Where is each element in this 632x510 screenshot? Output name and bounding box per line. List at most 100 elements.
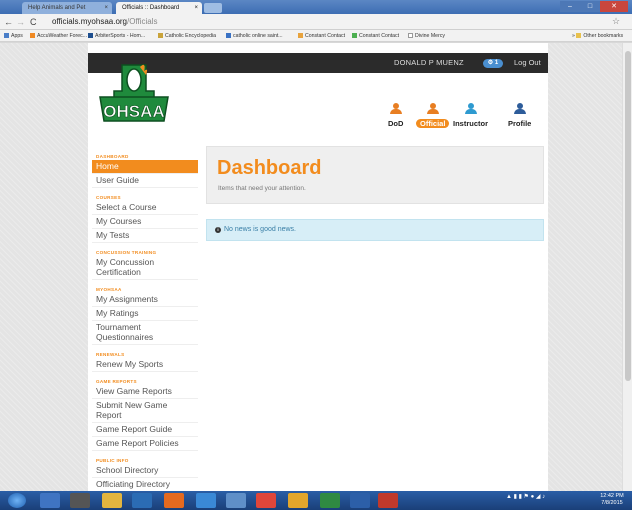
username: DONALD P MUENZ: [394, 58, 464, 67]
role-profile[interactable]: Profile: [508, 103, 531, 128]
url-field[interactable]: officials.myohsaa.org/Officials: [52, 16, 612, 28]
new-tab-button[interactable]: [204, 3, 222, 13]
tab-help-animals[interactable]: Help Animals and Pet ×: [22, 2, 112, 14]
sidebar-item-my-courses[interactable]: My Courses: [92, 215, 198, 229]
catholic-encyclopedia-icon: [158, 33, 163, 39]
sidebar-item-home[interactable]: Home: [92, 160, 198, 174]
accuweather-icon: [30, 33, 35, 39]
bookmark-constant-contact-1[interactable]: Constant Contact: [298, 30, 345, 41]
role-instructor[interactable]: Instructor: [453, 103, 488, 128]
person-icon: [389, 103, 402, 115]
firefox-icon[interactable]: [164, 493, 184, 508]
close-window-button[interactable]: ✕: [600, 1, 628, 12]
sidebar-item-my-ratings[interactable]: My Ratings: [92, 307, 198, 321]
sidebar-item-my-assignments[interactable]: My Assignments: [92, 293, 198, 307]
word-icon[interactable]: [350, 493, 370, 508]
scrollbar-thumb[interactable]: [625, 51, 631, 381]
powerpoint-icon[interactable]: [378, 493, 398, 508]
sidebar-section-title: COURSES: [96, 195, 121, 200]
logout-link[interactable]: Log Out: [514, 58, 541, 67]
address-bar: ← → C officials.myohsaa.org/Officials ☆: [0, 14, 632, 30]
sidebar-item-school-directory[interactable]: School Directory: [92, 464, 198, 478]
person-icon: [513, 103, 526, 115]
sidebar-item-tournament-questionnaires[interactable]: Tournament Questionnaires: [92, 321, 198, 345]
bookmark-catholic-online[interactable]: catholic online saint...: [226, 30, 283, 41]
folder-app-icon[interactable]: [288, 493, 308, 508]
folder-icon: [576, 33, 582, 39]
tab-label: Officials :: Dashboard: [122, 5, 180, 11]
internet-explorer-icon[interactable]: [196, 493, 216, 508]
bookmarks-bar: Apps AccuWeather Forec... ArbiterSports …: [0, 30, 632, 42]
sidebar-item-view-game-reports[interactable]: View Game Reports: [92, 385, 198, 399]
sidebar-section-title: MYOHSAA: [96, 287, 122, 292]
sidebar-item-game-report-policies[interactable]: Game Report Policies: [92, 437, 198, 451]
sidebar-item-my-tests[interactable]: My Tests: [92, 229, 198, 243]
forward-icon[interactable]: →: [16, 16, 25, 28]
clock-time: 12:42 PM: [600, 493, 624, 499]
constant-contact-icon: [298, 33, 303, 39]
minimize-button[interactable]: –: [560, 1, 580, 12]
constant-contact-icon: [352, 33, 357, 39]
news-text: No news is good news.: [224, 226, 296, 233]
maximize-button[interactable]: □: [580, 1, 600, 12]
close-icon[interactable]: ×: [104, 2, 108, 14]
sidebar-section-title: PUBLIC INFO: [96, 458, 129, 463]
app-icon[interactable]: [226, 493, 246, 508]
sidebar-item-select-course[interactable]: Select a Course: [92, 201, 198, 215]
system-tray[interactable]: ▲ ▮ ▮ ⚑ ● ◢ ♪: [506, 493, 545, 500]
reload-icon[interactable]: C: [30, 16, 37, 28]
chrome-icon[interactable]: [256, 493, 276, 508]
other-bookmarks[interactable]: » Other bookmarks: [572, 30, 623, 41]
bookmark-apps[interactable]: Apps: [4, 30, 23, 41]
info-icon: i: [215, 227, 221, 233]
catholic-online-icon: [226, 33, 231, 39]
url-path: /Officials: [127, 17, 158, 26]
bookmark-accuweather[interactable]: AccuWeather Forec...: [30, 30, 87, 41]
media-player-icon[interactable]: [40, 493, 60, 508]
tab-officials-dashboard[interactable]: Officials :: Dashboard ×: [116, 2, 202, 14]
file-explorer-icon[interactable]: [102, 493, 122, 508]
sidebar-item-user-guide[interactable]: User Guide: [92, 174, 198, 188]
windows-taskbar: ▲ ▮ ▮ ⚑ ● ◢ ♪ 12:42 PM 7/8/2015: [0, 491, 632, 510]
sidebar-section-title: DASHBOARD: [96, 154, 129, 159]
weather-app-icon[interactable]: [132, 493, 152, 508]
start-button[interactable]: [8, 493, 26, 508]
excel-icon[interactable]: [320, 493, 340, 508]
back-icon[interactable]: ←: [4, 16, 13, 28]
chrome-legacy-icon[interactable]: [70, 493, 90, 508]
close-icon[interactable]: ×: [194, 2, 198, 14]
taskbar-clock[interactable]: 12:42 PM 7/8/2015: [595, 493, 629, 507]
sidebar-section-title: GAME REPORTS: [96, 379, 137, 384]
apps-icon: [4, 33, 9, 39]
page-subtitle: Items that need your attention.: [218, 185, 306, 192]
url-host: officials.myohsaa.org: [52, 17, 127, 26]
sidebar-section-title: RENEWALS: [96, 352, 125, 357]
sidebar-item-renew-my-sports[interactable]: Renew My Sports: [92, 358, 198, 372]
page-scrollbar[interactable]: [622, 43, 632, 491]
page-title: Dashboard: [217, 157, 322, 179]
sidebar-nav: DASHBOARD Home User Guide COURSES Select…: [92, 147, 198, 491]
sidebar-section-title: CONCUSSION TRAINING: [96, 250, 157, 255]
arbitersports-icon: [88, 33, 93, 39]
page-icon: [408, 33, 413, 39]
role-official[interactable]: Official: [416, 103, 450, 128]
bookmark-divine-mercy[interactable]: Divine Mercy: [408, 30, 445, 41]
bookmark-catholic-encyclopedia[interactable]: Catholic Encyclopedia: [158, 30, 216, 41]
bookmark-star-icon[interactable]: ☆: [612, 16, 620, 27]
person-icon: [464, 103, 477, 115]
news-alert: i No news is good news.: [206, 219, 544, 241]
person-icon: [426, 103, 439, 115]
sidebar-item-concussion-certification[interactable]: My Concussion Certification: [92, 256, 198, 280]
bookmark-constant-contact-2[interactable]: Constant Contact: [352, 30, 399, 41]
ohsaa-logo[interactable]: OHSAA: [94, 61, 174, 127]
page-container: DONALD P MUENZ ⚙ 1 Log Out OHSAA DoD Off…: [88, 43, 548, 491]
bookmark-arbitersports[interactable]: ArbiterSports - Hom...: [88, 30, 145, 41]
notification-badge[interactable]: ⚙ 1: [483, 59, 503, 68]
sidebar-item-submit-new-game-report[interactable]: Submit New Game Report: [92, 399, 198, 423]
sidebar-item-game-report-guide[interactable]: Game Report Guide: [92, 423, 198, 437]
gear-icon: ⚙: [487, 60, 494, 66]
logo-text: OHSAA: [103, 102, 164, 121]
dashboard-panel: Dashboard Items that need your attention…: [206, 146, 544, 204]
role-dod[interactable]: DoD: [388, 103, 403, 128]
sidebar-item-officiating-directory[interactable]: Officiating Directory: [92, 478, 198, 491]
